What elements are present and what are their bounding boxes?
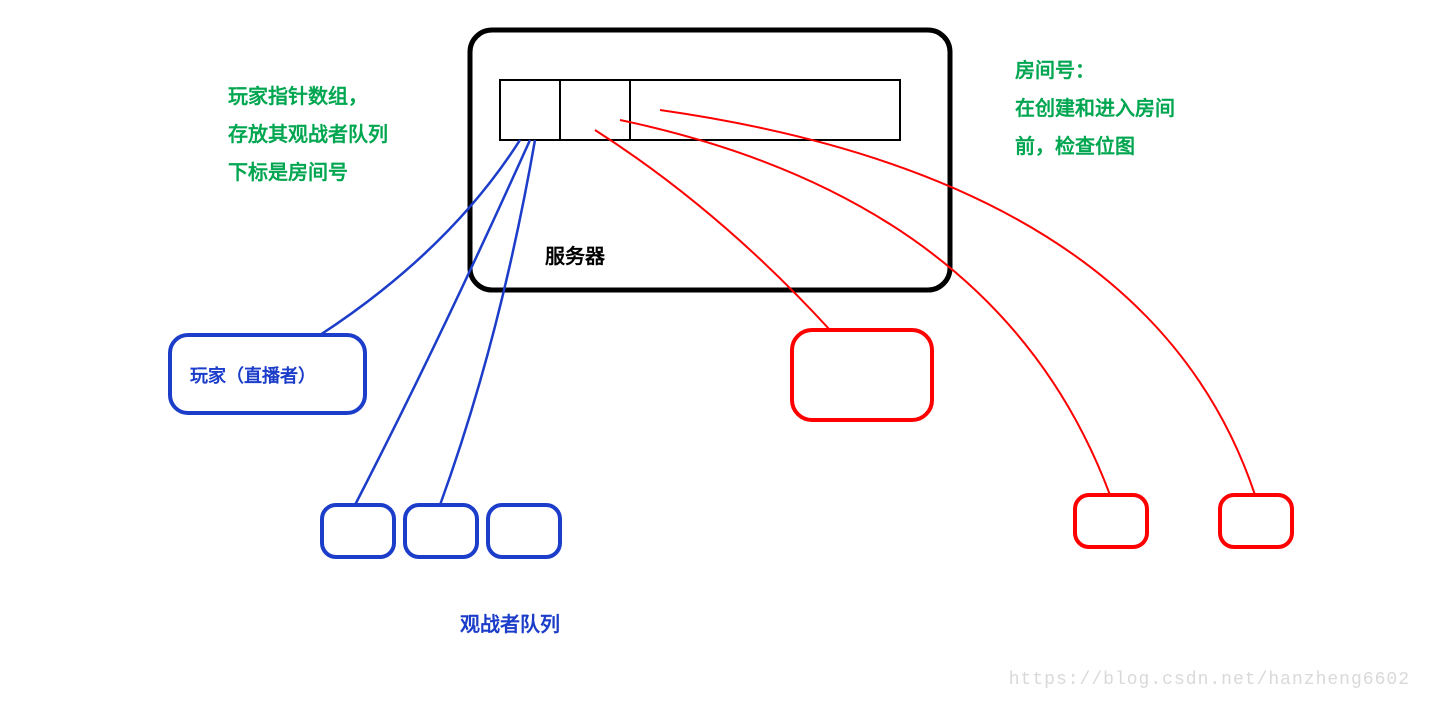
array-cell-2 [630, 80, 900, 140]
queue-box-1 [322, 505, 394, 557]
annotation-left-line1: 玩家指针数组， [228, 78, 388, 116]
annotation-left-line3: 下标是房间号 [228, 154, 388, 192]
blue-curve-q1 [355, 140, 530, 505]
red-box-small-1 [1075, 495, 1147, 547]
blue-curve-q2 [440, 140, 535, 505]
red-curve-s2 [660, 110, 1255, 495]
annotation-right-line2: 在创建和进入房间 [1015, 90, 1175, 128]
annotation-right: 房间号： 在创建和进入房间 前，检查位图 [1015, 52, 1175, 166]
annotation-right-line1: 房间号： [1015, 52, 1175, 90]
diagram-svg [0, 0, 1430, 702]
red-curve-large [595, 130, 830, 330]
player-label: 玩家（直播者） [190, 362, 316, 388]
server-box [470, 30, 950, 290]
red-curve-s1 [620, 120, 1110, 495]
array-cell-0 [500, 80, 560, 140]
queue-box-2 [405, 505, 477, 557]
server-label: 服务器 [545, 240, 605, 269]
watermark: https://blog.csdn.net/hanzheng6602 [1009, 670, 1410, 690]
queue-box-3 [488, 505, 560, 557]
queue-label: 观战者队列 [460, 608, 560, 637]
annotation-right-line3: 前，检查位图 [1015, 128, 1175, 166]
annotation-left-line2: 存放其观战者队列 [228, 116, 388, 154]
red-box-large [792, 330, 932, 420]
annotation-left: 玩家指针数组， 存放其观战者队列 下标是房间号 [228, 78, 388, 192]
red-box-small-2 [1220, 495, 1292, 547]
array-cell-1 [560, 80, 630, 140]
